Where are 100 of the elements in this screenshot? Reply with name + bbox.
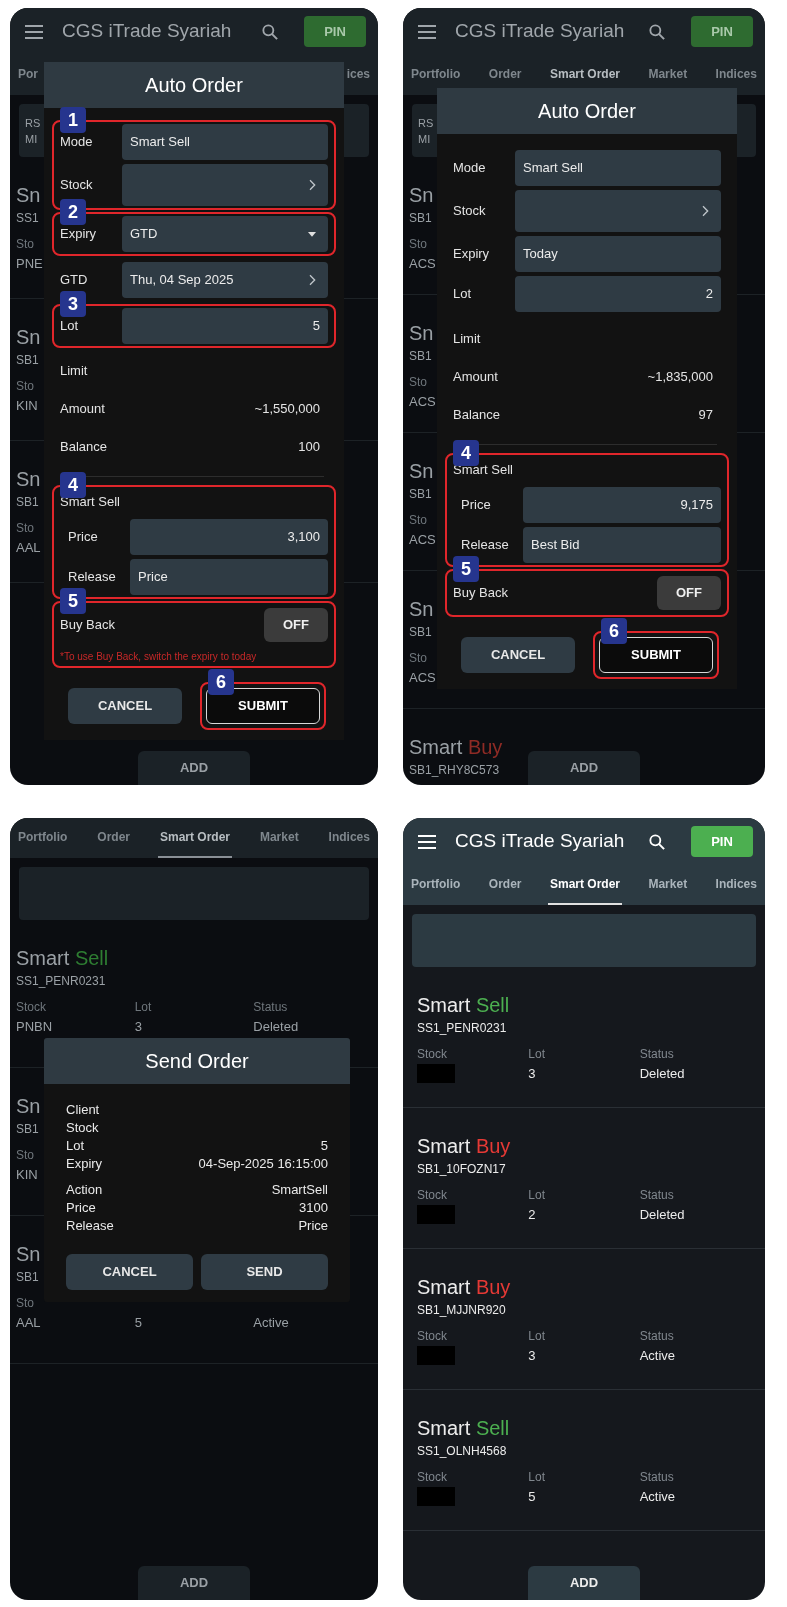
column-value: PNE — [16, 255, 43, 273]
input-field[interactable]: Best Bid — [523, 526, 721, 563]
action-button[interactable]: CANCEL — [68, 687, 182, 724]
tab[interactable]: Por — [16, 55, 40, 95]
column-value: KIN — [16, 397, 38, 415]
order-title-fragment: Sn — [409, 459, 434, 483]
order-id: SB1 — [16, 1121, 39, 1138]
input-field[interactable]: 3,100 — [130, 518, 328, 555]
toggle-button[interactable]: OFF — [657, 575, 721, 610]
search-icon — [647, 21, 667, 42]
tab[interactable]: ices — [344, 55, 372, 95]
detail-value: Price — [298, 1217, 328, 1234]
field-label: Lot — [453, 285, 473, 304]
column-label: Stock — [417, 1328, 447, 1344]
app-title: CGS iTrade Syariah — [455, 19, 625, 44]
tab[interactable]: Market — [646, 865, 690, 905]
order-id: SS1_PENR0231 — [417, 1020, 507, 1037]
picker-field[interactable] — [122, 164, 328, 206]
input-field[interactable]: Smart Sell — [515, 150, 721, 186]
picker-field[interactable] — [515, 190, 721, 232]
column-value: KIN — [16, 1166, 38, 1184]
field-value: 100 — [298, 438, 321, 457]
action-button[interactable]: CANCEL — [66, 1254, 193, 1290]
detail-label: Release — [66, 1217, 114, 1234]
input-field[interactable]: 2 — [515, 276, 721, 312]
detail-value: 3100 — [299, 1199, 328, 1216]
detail-label: Lot — [66, 1137, 85, 1154]
field-value: 97 — [698, 406, 714, 425]
action-button[interactable]: SUBMIT — [206, 687, 320, 724]
field-label: Mode — [453, 159, 487, 178]
input-field[interactable]: 9,175 — [523, 486, 721, 523]
add-button[interactable]: ADD — [528, 751, 640, 785]
tab[interactable]: Portfolio — [409, 865, 463, 905]
column-label: Lot — [134, 999, 152, 1015]
field-label: Expiry — [60, 225, 98, 244]
hint-text: *To use Buy Back, switch the expiry to today — [60, 649, 257, 664]
column-label: Status — [639, 1328, 674, 1344]
order-title: Smart Buy — [417, 1275, 511, 1299]
column-label: Stock — [417, 1046, 447, 1062]
search-icon — [260, 21, 280, 42]
action-button[interactable]: SUBMIT — [599, 636, 713, 673]
detail-value: 5 — [320, 1137, 328, 1154]
column-label: Lot — [528, 1328, 545, 1344]
tab[interactable]: Portfolio — [16, 818, 70, 858]
dialog-title: Auto Order — [437, 88, 737, 134]
step-number-badge: 3 — [60, 291, 86, 317]
tab[interactable]: Order — [95, 818, 132, 858]
order-title: Smart Sell — [417, 1416, 510, 1440]
action-button[interactable]: SEND — [201, 1254, 328, 1290]
tab[interactable]: Indices — [326, 818, 372, 858]
add-button[interactable]: ADD — [138, 751, 250, 785]
order-title-fragment: Sn — [16, 1094, 41, 1118]
input-field[interactable]: Smart Sell — [122, 124, 328, 160]
field-label: Amount — [453, 368, 499, 387]
column-label: Stock — [16, 999, 46, 1015]
input-field[interactable]: Price — [130, 558, 328, 595]
column-label: Sto — [16, 1147, 34, 1163]
tab[interactable]: Smart Order — [547, 865, 622, 905]
tab[interactable]: Order — [486, 865, 524, 905]
column-label: Status — [639, 1469, 674, 1485]
pin-button[interactable]: PIN — [304, 16, 366, 47]
add-button[interactable]: ADD — [528, 1566, 640, 1600]
step-number-badge: 1 — [60, 107, 86, 133]
order-title-fragment: Sn — [409, 321, 434, 345]
order-title: Smart Sell — [16, 946, 109, 970]
step-number-badge: 4 — [453, 440, 479, 466]
add-button[interactable]: ADD — [138, 1566, 250, 1600]
dropdown-field[interactable]: GTD — [122, 216, 328, 252]
picker-field[interactable]: Thu, 04 Sep 2025 — [122, 262, 328, 298]
order-id: SS1_OLNH4568 — [417, 1443, 507, 1460]
detail-label: Action — [66, 1181, 103, 1198]
column-value: 5 — [134, 1314, 142, 1332]
order-id: SB1_MJJNR920 — [417, 1302, 506, 1319]
order-title-fragment: Sn — [16, 1242, 41, 1266]
column-value: Active — [253, 1314, 289, 1332]
field-label: Mode — [60, 133, 94, 152]
tab[interactable]: Indices — [713, 865, 759, 905]
field-label: Release — [67, 567, 117, 586]
summary-text: MI — [25, 131, 38, 147]
order-title-fragment: Sn — [16, 183, 41, 207]
tab[interactable]: Smart Order — [157, 818, 232, 858]
search-icon — [647, 831, 667, 852]
action-button[interactable]: CANCEL — [461, 636, 575, 673]
toggle-button[interactable]: OFF — [264, 607, 328, 642]
step-number-badge: 2 — [60, 199, 86, 225]
column-label: Status — [253, 999, 288, 1015]
column-label: Stock — [417, 1469, 447, 1485]
column-value: Deleted — [253, 1018, 299, 1036]
order-id: SB1 — [16, 1269, 39, 1286]
column-label: Sto — [409, 650, 427, 666]
field-label: Lot — [60, 317, 80, 336]
tab[interactable]: Market — [257, 818, 301, 858]
column-label: Lot — [528, 1469, 545, 1485]
input-field[interactable]: 5 — [122, 308, 328, 344]
pin-button[interactable]: PIN — [691, 16, 753, 47]
column-value: 3 — [134, 1018, 142, 1036]
detail-label: Expiry — [66, 1155, 103, 1172]
field-value: ~1,550,000 — [254, 400, 321, 419]
input-field[interactable]: Today — [515, 236, 721, 272]
column-value: Active — [639, 1347, 676, 1365]
